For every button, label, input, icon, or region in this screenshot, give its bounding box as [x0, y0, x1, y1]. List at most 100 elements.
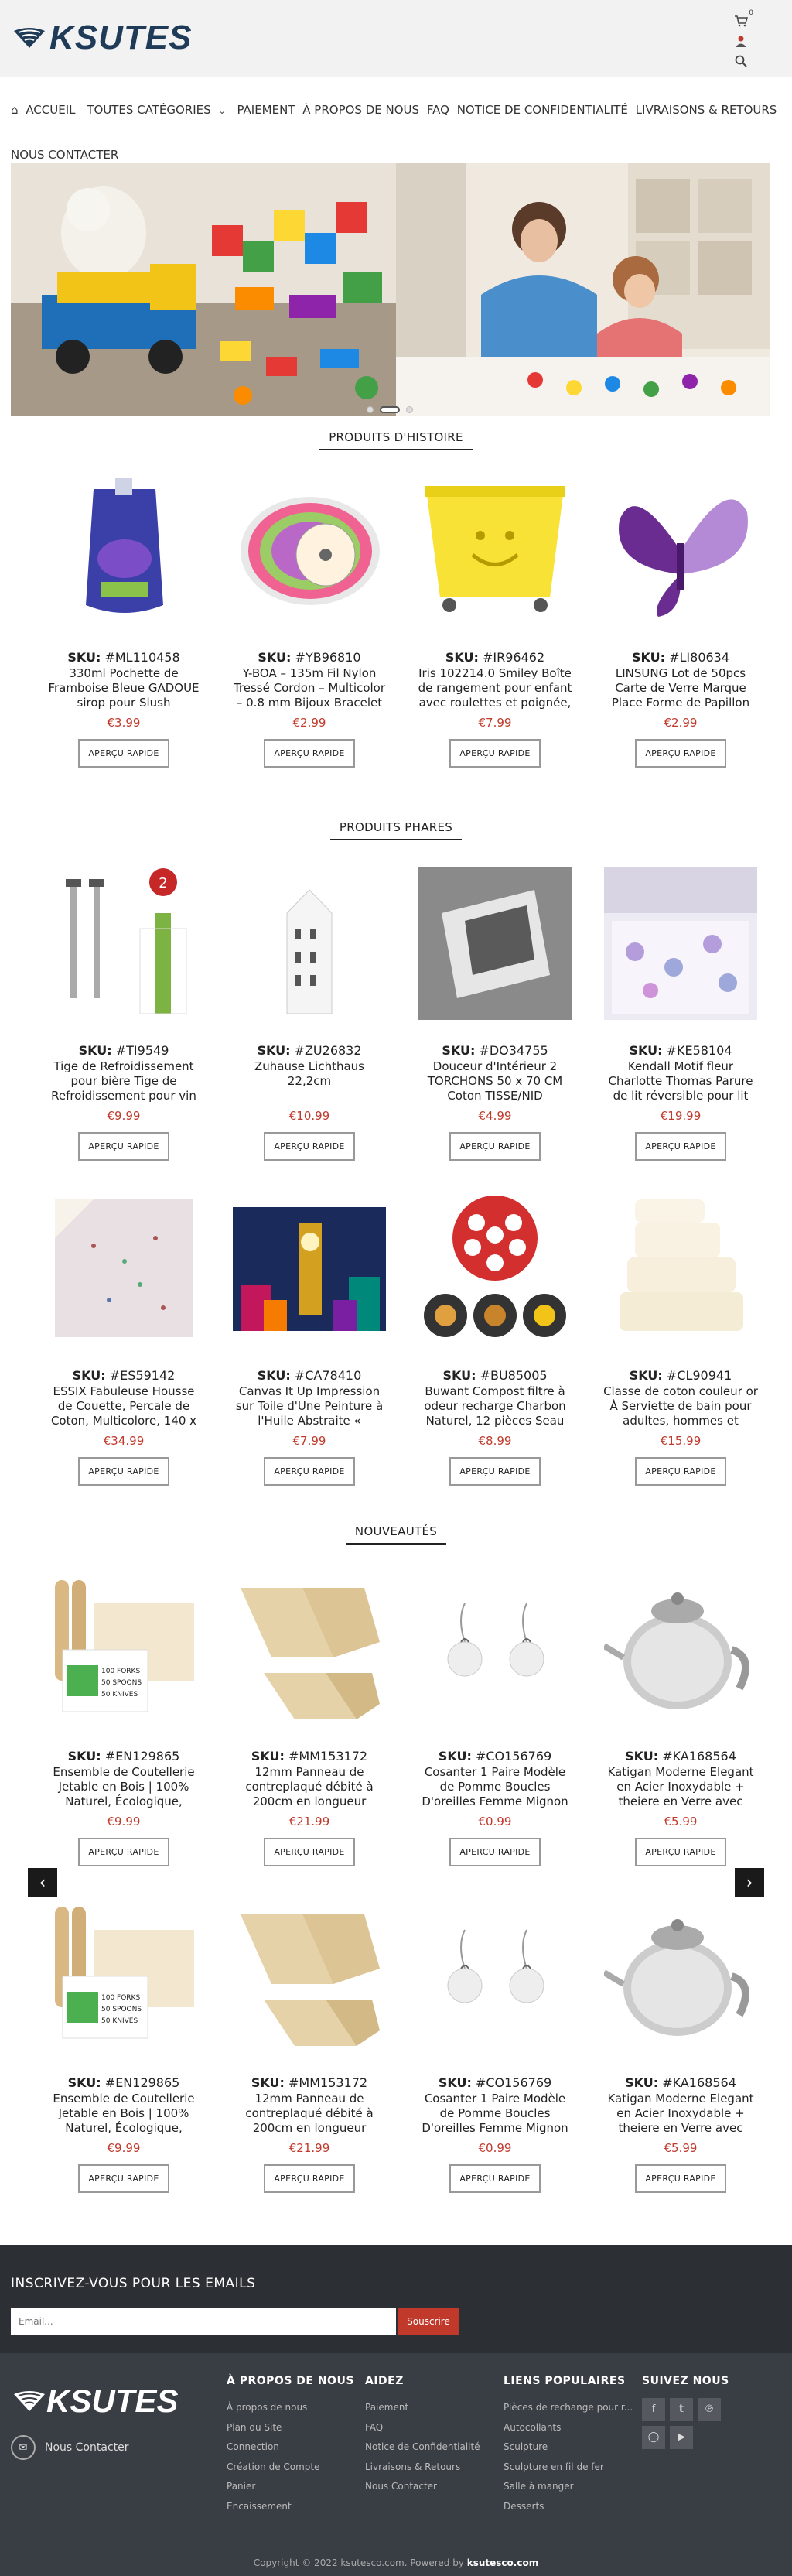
pinterest-icon[interactable]: ℗ [698, 2398, 721, 2421]
quick-view-button[interactable]: APERÇU RAPIDE [78, 1838, 169, 1866]
product-card[interactable]: SKU: #YB96810 Y-BOA – 135m Fil Nylon Tre… [217, 474, 402, 768]
carousel-next-button[interactable]: › [735, 1868, 764, 1897]
nav-categories[interactable]: TOUTES CATÉGORIES ⌄ [87, 103, 229, 117]
product-title[interactable]: Classe de coton couleur or À Serviette d… [603, 1384, 758, 1428]
footer-contact-link[interactable]: ✉ Nous Contacter [11, 2435, 129, 2460]
footer-link[interactable]: Pièces de rechange pour r... [504, 2398, 633, 2418]
quick-view-button[interactable]: APERÇU RAPIDE [78, 739, 169, 768]
product-image[interactable]: 100 FORKS 50 SPOONS 50 KNIVES [47, 1572, 200, 1726]
product-title[interactable]: Y-BOA – 135m Fil Nylon Tressé Cordon – M… [232, 666, 387, 710]
footer-link[interactable]: Nous Contacter [365, 2477, 480, 2497]
product-card[interactable]: SKU: #KA168564 Katigan Moderne Elegant e… [588, 1899, 773, 2193]
product-image[interactable] [47, 1192, 200, 1345]
quick-view-button[interactable]: APERÇU RAPIDE [264, 2164, 355, 2193]
product-card[interactable]: SKU: #DO34755 Douceur d'Intérieur 2 TORC… [402, 867, 588, 1161]
quick-view-button[interactable]: APERÇU RAPIDE [635, 739, 726, 768]
youtube-icon[interactable]: ▶ [670, 2426, 693, 2449]
product-card[interactable]: SKU: #KA168564 Katigan Moderne Elegant e… [588, 1572, 773, 1866]
quick-view-button[interactable]: APERÇU RAPIDE [449, 1132, 541, 1161]
product-image[interactable] [604, 867, 757, 1020]
slider-dot-2[interactable] [380, 406, 400, 413]
product-image[interactable] [233, 474, 386, 627]
product-title[interactable]: Zuhause Lichthaus 22,2cm [232, 1059, 387, 1103]
footer-link[interactable]: Création de Compte [227, 2458, 354, 2478]
product-card[interactable]: 100 FORKS 50 SPOONS 50 KNIVES SKU: #EN1298… [31, 1572, 217, 1866]
product-image[interactable] [604, 474, 757, 627]
product-title[interactable]: Iris 102214.0 Smiley Boîte de rangement … [418, 666, 572, 710]
product-image[interactable]: 100 FORKS 50 SPOONS 50 KNIVES [47, 1899, 200, 2052]
product-image[interactable] [604, 1899, 757, 2052]
product-title[interactable]: LINSUNG Lot de 50pcs Carte de Verre Marq… [603, 666, 758, 710]
footer-link[interactable]: Autocollants [504, 2418, 633, 2438]
product-card[interactable]: SKU: #ZU26832 Zuhause Lichthaus 22,2cm €… [217, 867, 402, 1161]
footer-link[interactable]: Connection [227, 2437, 354, 2458]
nav-privacy[interactable]: NOTICE DE CONFIDENTIALITÉ [457, 103, 628, 117]
carousel-prev-button[interactable]: ‹ [28, 1868, 57, 1897]
product-image[interactable] [418, 867, 572, 1020]
product-image[interactable] [233, 1192, 386, 1345]
product-title[interactable]: Buwant Compost filtre à odeur recharge C… [418, 1384, 572, 1428]
product-title[interactable]: Cosanter 1 Paire Modèle de Pomme Boucles… [418, 2092, 572, 2136]
cart-icon[interactable]: 0 [732, 9, 753, 31]
nav-contact[interactable]: NOUS CONTACTER [11, 148, 118, 162]
product-title[interactable]: 330ml Pochette de Framboise Bleue GADOUE… [46, 666, 201, 710]
copyright-link[interactable]: ksutesco.com [467, 2557, 538, 2568]
product-image[interactable]: 2 [47, 867, 200, 1020]
product-title[interactable]: Ensemble de Coutellerie Jetable en Bois … [46, 1765, 201, 1809]
twitter-icon[interactable]: 𝕥 [670, 2398, 693, 2421]
quick-view-button[interactable]: APERÇU RAPIDE [264, 1838, 355, 1866]
footer-logo[interactable]: KSUTES [12, 2383, 178, 2420]
footer-link[interactable]: Plan du Site [227, 2418, 354, 2438]
product-card[interactable]: SKU: #IR96462 Iris 102214.0 Smiley Boîte… [402, 474, 588, 768]
quick-view-button[interactable]: APERÇU RAPIDE [264, 1457, 355, 1486]
product-card[interactable]: SKU: #CO156769 Cosanter 1 Paire Modèle d… [402, 1572, 588, 1866]
product-card[interactable]: SKU: #MM153172 12mm Panneau de contrepla… [217, 1572, 402, 1866]
product-title[interactable]: ESSIX Fabuleuse Housse de Couette, Perca… [46, 1384, 201, 1428]
quick-view-button[interactable]: APERÇU RAPIDE [635, 1838, 726, 1866]
brand-logo[interactable]: KSUTES [12, 19, 192, 57]
product-card[interactable]: SKU: #ML110458 330ml Pochette de Framboi… [31, 474, 217, 768]
quick-view-button[interactable]: APERÇU RAPIDE [635, 1457, 726, 1486]
product-image[interactable] [418, 1192, 572, 1345]
instagram-icon[interactable]: ◯ [642, 2426, 665, 2449]
facebook-icon[interactable]: f [642, 2398, 665, 2421]
subscribe-button[interactable]: Souscrire [398, 2308, 459, 2335]
footer-link[interactable]: Notice de Confidentialité [365, 2437, 480, 2458]
footer-link[interactable]: Sculpture [504, 2437, 633, 2458]
nav-home[interactable]: ⌂ ACCUEIL [11, 103, 80, 117]
product-card[interactable]: SKU: #CO156769 Cosanter 1 Paire Modèle d… [402, 1899, 588, 2193]
nav-payment[interactable]: PAIEMENT [237, 103, 295, 117]
product-title[interactable]: Cosanter 1 Paire Modèle de Pomme Boucles… [418, 1765, 572, 1809]
product-image[interactable] [418, 474, 572, 627]
footer-link[interactable]: À propos de nous [227, 2398, 354, 2418]
quick-view-button[interactable]: APERÇU RAPIDE [635, 1132, 726, 1161]
product-card[interactable]: SKU: #BU85005 Buwant Compost filtre à od… [402, 1192, 588, 1486]
product-card[interactable]: 100 FORKS 50 SPOONS 50 KNIVES SKU: #EN1298… [31, 1899, 217, 2193]
quick-view-button[interactable]: APERÇU RAPIDE [449, 1457, 541, 1486]
nav-about[interactable]: À PROPOS DE NOUS [302, 103, 419, 117]
product-image[interactable] [604, 1192, 757, 1345]
product-image[interactable] [47, 474, 200, 627]
product-title[interactable]: 12mm Panneau de contreplaqué débité à 20… [232, 2092, 387, 2136]
product-title[interactable]: 12mm Panneau de contreplaqué débité à 20… [232, 1765, 387, 1809]
product-card[interactable]: SKU: #ES59142 ESSIX Fabuleuse Housse de … [31, 1192, 217, 1486]
product-title[interactable]: Katigan Moderne Elegant en Acier Inoxyda… [603, 1765, 758, 1809]
product-title[interactable]: Douceur d'Intérieur 2 TORCHONS 50 x 70 C… [418, 1059, 572, 1103]
product-title[interactable]: Kendall Motif fleur Charlotte Thomas Par… [603, 1059, 758, 1103]
product-title[interactable]: Katigan Moderne Elegant en Acier Inoxyda… [603, 2092, 758, 2136]
slider-dot-1[interactable] [367, 406, 374, 413]
footer-link[interactable]: Sculpture en fil de fer [504, 2458, 633, 2478]
product-image[interactable] [604, 1572, 757, 1726]
quick-view-button[interactable]: APERÇU RAPIDE [264, 739, 355, 768]
slider-dot-3[interactable] [406, 406, 413, 413]
footer-link[interactable]: Livraisons & Retours [365, 2458, 480, 2478]
product-image[interactable] [233, 867, 386, 1020]
nav-faq[interactable]: FAQ [427, 103, 449, 117]
footer-link[interactable]: FAQ [365, 2418, 480, 2438]
quick-view-button[interactable]: APERÇU RAPIDE [449, 2164, 541, 2193]
product-title[interactable]: Tige de Refroidissement pour bière Tige … [46, 1059, 201, 1103]
product-card[interactable]: SKU: #LI80634 LINSUNG Lot de 50pcs Carte… [588, 474, 773, 768]
product-title[interactable]: Ensemble de Coutellerie Jetable en Bois … [46, 2092, 201, 2136]
product-image[interactable] [418, 1572, 572, 1726]
product-card[interactable]: SKU: #CA78410 Canvas It Up Impression su… [217, 1192, 402, 1486]
